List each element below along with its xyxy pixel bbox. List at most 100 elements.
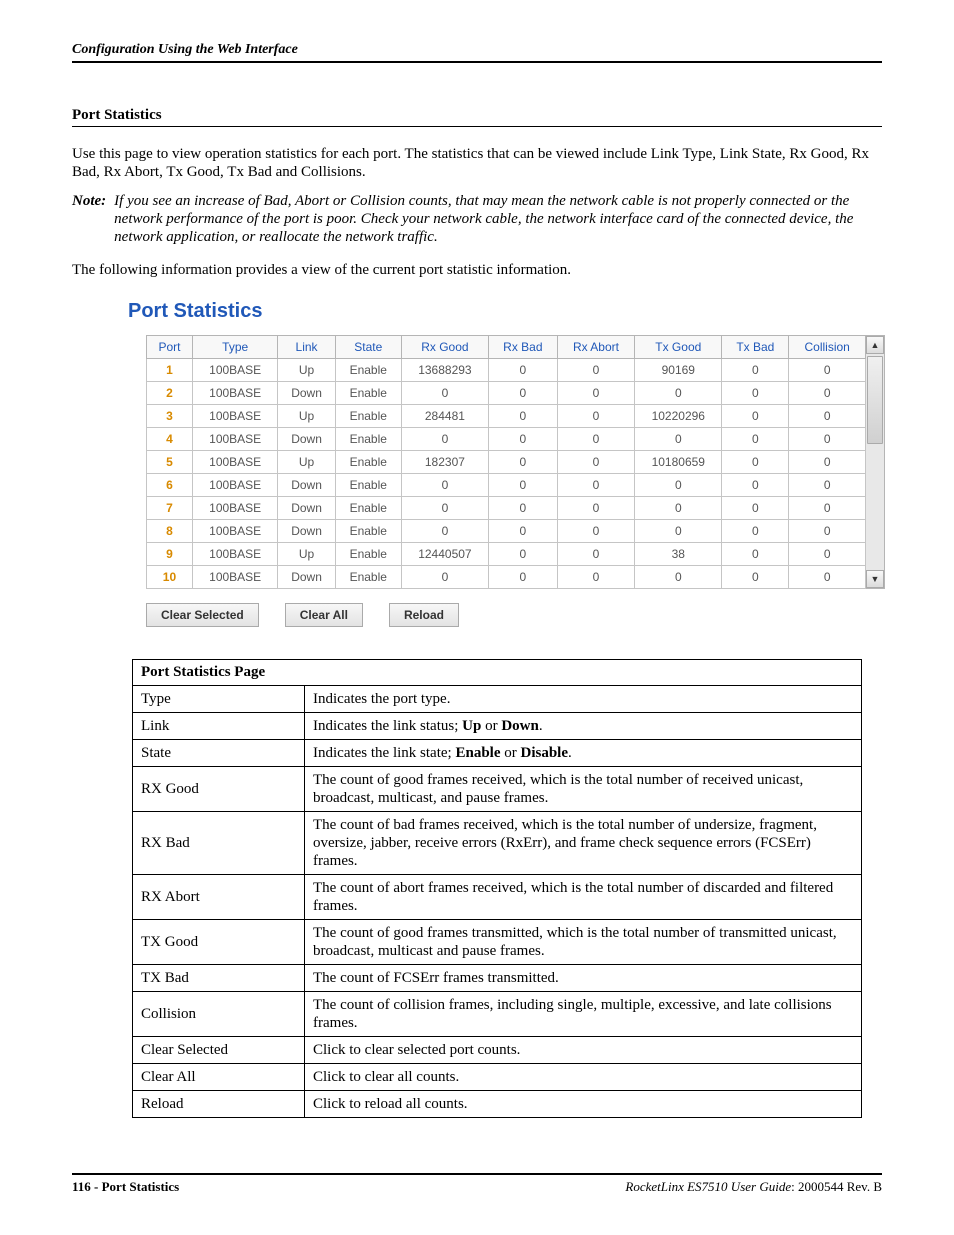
stat-cell: 0 (789, 542, 866, 565)
stat-cell: 0 (789, 358, 866, 381)
stat-cell: 0 (789, 565, 866, 588)
stat-cell: 0 (488, 404, 557, 427)
stat-cell: 0 (722, 519, 789, 542)
stats-column-header: Collision (789, 335, 866, 358)
port-cell: 3 (147, 404, 193, 427)
table-row[interactable]: 7100BASEDownEnable000000 (147, 496, 866, 519)
stat-cell: 0 (488, 565, 557, 588)
stat-cell: 0 (722, 473, 789, 496)
scroll-up-icon[interactable]: ▲ (866, 336, 884, 354)
stat-cell: 0 (488, 542, 557, 565)
stat-cell: 100BASE (192, 473, 277, 496)
port-cell: 6 (147, 473, 193, 496)
port-cell: 7 (147, 496, 193, 519)
stat-cell: 0 (488, 427, 557, 450)
stats-column-header: Rx Abort (557, 335, 634, 358)
table-row[interactable]: 6100BASEDownEnable000000 (147, 473, 866, 496)
stat-cell: Down (278, 381, 335, 404)
definition-term: Link (133, 712, 305, 739)
definition-row: RX AbortThe count of abort frames receiv… (133, 874, 862, 919)
stat-cell: 100BASE (192, 519, 277, 542)
definition-row: CollisionThe count of collision frames, … (133, 991, 862, 1036)
stat-cell: 0 (488, 496, 557, 519)
stat-cell: Up (278, 542, 335, 565)
definition-term: TX Good (133, 919, 305, 964)
stat-cell: 0 (401, 381, 488, 404)
clear-all-button[interactable]: Clear All (285, 603, 363, 627)
stat-cell: 182307 (401, 450, 488, 473)
stat-cell: 0 (789, 473, 866, 496)
table-row[interactable]: 4100BASEDownEnable000000 (147, 427, 866, 450)
stat-cell: 0 (488, 473, 557, 496)
definition-term: Collision (133, 991, 305, 1036)
definition-row: TypeIndicates the port type. (133, 685, 862, 712)
stat-cell: 100BASE (192, 381, 277, 404)
stat-cell: 0 (401, 519, 488, 542)
definition-term: Clear All (133, 1063, 305, 1090)
reload-button[interactable]: Reload (389, 603, 459, 627)
port-cell: 4 (147, 427, 193, 450)
stat-cell: Enable (335, 565, 401, 588)
table-row[interactable]: 2100BASEDownEnable000000 (147, 381, 866, 404)
scroll-track[interactable] (866, 354, 884, 570)
clear-selected-button[interactable]: Clear Selected (146, 603, 259, 627)
stats-column-header: Port (147, 335, 193, 358)
table-row[interactable]: 5100BASEUpEnable182307001018065900 (147, 450, 866, 473)
definition-desc: The count of collision frames, including… (305, 991, 862, 1036)
stat-cell: 13688293 (401, 358, 488, 381)
section-heading: Port Statistics (72, 107, 882, 127)
scroll-down-icon[interactable]: ▼ (866, 570, 884, 588)
definition-desc: The count of good frames received, which… (305, 766, 862, 811)
stat-cell: Enable (335, 427, 401, 450)
definition-term: RX Good (133, 766, 305, 811)
stat-cell: 0 (557, 358, 634, 381)
table-row[interactable]: 8100BASEDownEnable000000 (147, 519, 866, 542)
stat-cell: 0 (557, 542, 634, 565)
definition-desc: The count of abort frames received, whic… (305, 874, 862, 919)
definition-desc: The count of good frames transmitted, wh… (305, 919, 862, 964)
table-row[interactable]: 3100BASEUpEnable284481001022029600 (147, 404, 866, 427)
stat-cell: Down (278, 473, 335, 496)
table-row[interactable]: 9100BASEUpEnable12440507003800 (147, 542, 866, 565)
stat-cell: 0 (401, 496, 488, 519)
stat-cell: 100BASE (192, 565, 277, 588)
stat-cell: 0 (722, 404, 789, 427)
stat-cell: Enable (335, 381, 401, 404)
stat-cell: 100BASE (192, 404, 277, 427)
port-cell: 2 (147, 381, 193, 404)
note-text: If you see an increase of Bad, Abort or … (114, 192, 882, 247)
stat-cell: 0 (488, 381, 557, 404)
stat-cell: 0 (557, 473, 634, 496)
note-block: Note: If you see an increase of Bad, Abo… (72, 192, 882, 247)
stat-cell: 0 (722, 496, 789, 519)
stat-cell: 100BASE (192, 450, 277, 473)
definition-term: Clear Selected (133, 1036, 305, 1063)
definition-desc: The count of bad frames received, which … (305, 811, 862, 874)
definition-term: Type (133, 685, 305, 712)
stats-column-header: Link (278, 335, 335, 358)
definition-row: RX GoodThe count of good frames received… (133, 766, 862, 811)
table-row[interactable]: 10100BASEDownEnable000000 (147, 565, 866, 588)
stat-cell: Down (278, 519, 335, 542)
stat-cell: 0 (635, 381, 722, 404)
table-scrollbar[interactable]: ▲ ▼ (866, 335, 885, 589)
stat-cell: 0 (635, 427, 722, 450)
table-row[interactable]: 1100BASEUpEnable13688293009016900 (147, 358, 866, 381)
panel-title: Port Statistics (128, 300, 882, 323)
stat-cell: Up (278, 450, 335, 473)
stat-cell: 0 (722, 427, 789, 450)
definition-term: RX Abort (133, 874, 305, 919)
port-cell: 9 (147, 542, 193, 565)
scroll-thumb[interactable] (867, 356, 883, 444)
following-text: The following information provides a vie… (72, 261, 882, 279)
stat-cell: Up (278, 404, 335, 427)
stat-cell: 0 (401, 427, 488, 450)
definition-desc: The count of FCSErr frames transmitted. (305, 964, 862, 991)
stat-cell: 0 (557, 427, 634, 450)
port-cell: 8 (147, 519, 193, 542)
stat-cell: Down (278, 496, 335, 519)
stat-cell: 0 (635, 473, 722, 496)
stat-cell: 0 (401, 565, 488, 588)
stats-column-header: Tx Good (635, 335, 722, 358)
stat-cell: 0 (401, 473, 488, 496)
